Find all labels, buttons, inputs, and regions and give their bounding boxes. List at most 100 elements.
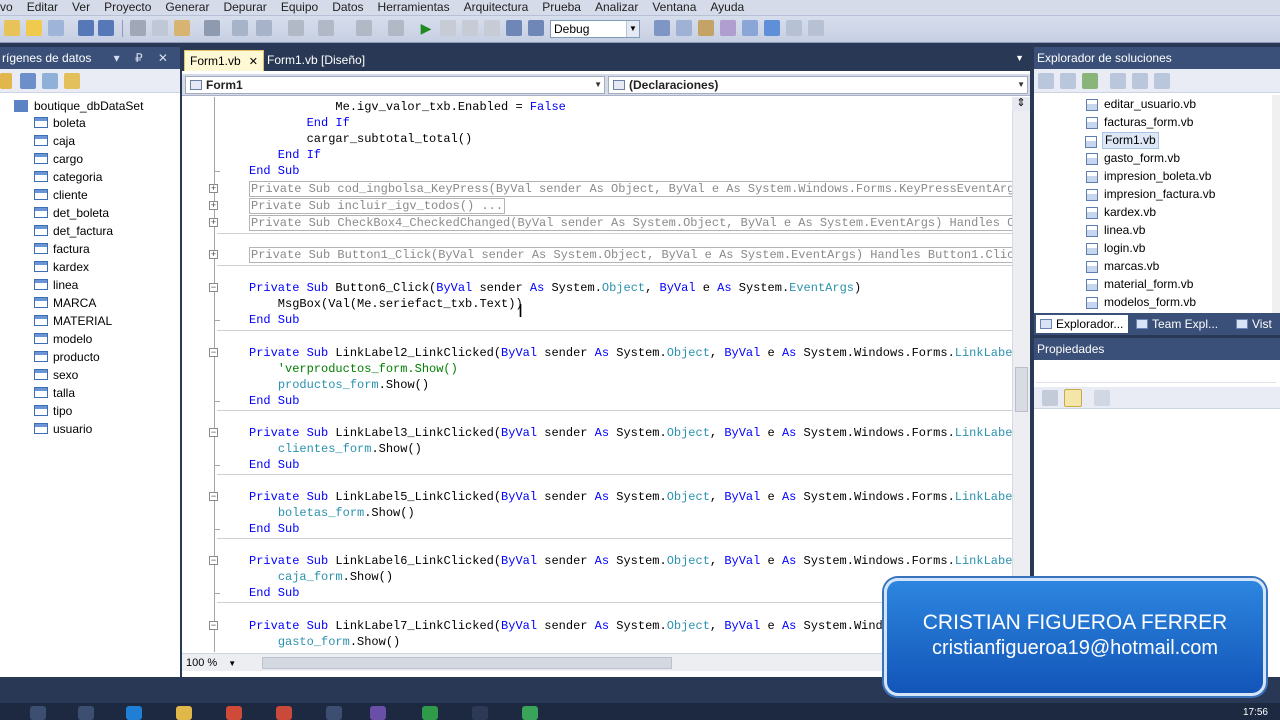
solution-file-item[interactable]: linea.vb (1086, 222, 1145, 239)
menu-archivo[interactable]: vo (0, 0, 20, 16)
vertical-scrollbar[interactable] (1012, 97, 1030, 652)
class-name-combo[interactable]: Form1 ▼ (185, 76, 605, 94)
object-browser-icon[interactable] (720, 20, 736, 36)
categorized-icon[interactable] (1042, 390, 1058, 406)
pause-icon[interactable] (440, 20, 456, 36)
dataset-root[interactable]: boutique_dbDataSet (14, 98, 143, 114)
search-icon[interactable] (30, 706, 46, 720)
add-data-source-icon[interactable] (0, 73, 12, 89)
table-item[interactable]: cargo (34, 151, 83, 167)
task-view-icon[interactable] (78, 706, 94, 720)
uncomment-icon[interactable] (256, 20, 272, 36)
table-item[interactable]: categoria (34, 169, 102, 185)
panel-window-controls[interactable]: ▾ ₽ ✕ (114, 47, 174, 69)
app-icon[interactable] (422, 706, 438, 720)
property-pages-icon[interactable] (1094, 390, 1110, 406)
properties-icon[interactable] (698, 20, 714, 36)
menu-arquitectura[interactable]: Arquitectura (457, 0, 536, 16)
step-out-icon[interactable] (528, 20, 544, 36)
menu-generar[interactable]: Generar (158, 0, 216, 16)
menu-prueba[interactable]: Prueba (535, 0, 588, 16)
solution-file-item[interactable]: editar_usuario.vb (1086, 96, 1196, 113)
stop-icon[interactable] (462, 20, 478, 36)
view-code-icon[interactable] (1110, 73, 1126, 89)
edge-icon[interactable] (126, 706, 142, 720)
save-icon[interactable] (78, 20, 94, 36)
menu-ventana[interactable]: Ventana (645, 0, 703, 16)
show-all-files-icon[interactable] (1060, 73, 1076, 89)
expand-icon[interactable]: + (209, 218, 218, 227)
solution-explorer-icon[interactable] (676, 20, 692, 36)
edit-dataset-icon[interactable] (20, 73, 36, 89)
collapse-icon[interactable]: − (209, 428, 218, 437)
zoom-select[interactable]: 100 % ▼ (184, 656, 242, 670)
tab-class-view[interactable]: Vist (1232, 315, 1278, 333)
collapse-icon[interactable]: − (209, 621, 218, 630)
navigate-back-icon[interactable] (356, 20, 372, 36)
refresh-icon[interactable] (1082, 73, 1098, 89)
add-item-icon[interactable] (48, 20, 64, 36)
table-item[interactable]: sexo (34, 367, 78, 383)
table-item[interactable]: tipo (34, 403, 72, 419)
command-window-icon[interactable] (808, 20, 824, 36)
properties-icon[interactable] (1038, 73, 1054, 89)
expand-icon[interactable]: + (209, 184, 218, 193)
table-item[interactable]: usuario (34, 421, 92, 437)
scrollbar-thumb[interactable] (1015, 367, 1028, 412)
step-into-icon[interactable] (484, 20, 500, 36)
navigate-forward-icon[interactable] (388, 20, 404, 36)
menu-depurar[interactable]: Depurar (216, 0, 273, 16)
table-item[interactable]: MATERIAL (34, 313, 112, 329)
collapse-icon[interactable]: − (209, 348, 218, 357)
table-item[interactable]: producto (34, 349, 100, 365)
menu-datos[interactable]: Datos (325, 0, 370, 16)
visual-studio-icon[interactable] (370, 706, 386, 720)
collapsed-block[interactable]: Private Sub CheckBox4_CheckedChanged(ByV… (249, 215, 1012, 231)
table-item[interactable]: linea (34, 277, 78, 293)
extension-manager-icon[interactable] (786, 20, 802, 36)
table-item[interactable]: caja (34, 133, 75, 149)
tab-form1-code[interactable]: Form1.vb ✕ (184, 50, 264, 71)
step-over-icon[interactable] (506, 20, 522, 36)
scrollbar-thumb[interactable] (262, 657, 672, 669)
find-icon[interactable] (204, 20, 220, 36)
collapsed-code-line[interactable]: Private Sub incluir_igv_todos() ... (249, 198, 506, 214)
open-file-icon[interactable] (26, 20, 42, 36)
table-item[interactable]: cliente (34, 187, 88, 203)
table-item[interactable]: boleta (34, 115, 86, 131)
menu-herramientas[interactable]: Herramientas (371, 0, 457, 16)
alphabetical-icon[interactable] (1064, 389, 1082, 407)
collapsed-code-line[interactable]: Private Sub cod_ingbolsa_KeyPress(ByVal … (249, 181, 1012, 197)
find-in-files-icon[interactable] (654, 20, 670, 36)
collapsed-block[interactable]: Private Sub cod_ingbolsa_KeyPress(ByVal … (249, 181, 1012, 197)
open-folder-icon[interactable] (4, 20, 20, 36)
menu-ayuda[interactable]: Ayuda (703, 0, 751, 16)
copy-icon[interactable] (152, 20, 168, 36)
app-icon[interactable] (326, 706, 342, 720)
paste-icon[interactable] (174, 20, 190, 36)
comment-icon[interactable] (232, 20, 248, 36)
table-item[interactable]: factura (34, 241, 90, 257)
solution-file-item[interactable]: marcas.vb (1086, 258, 1159, 275)
refresh-icon[interactable] (64, 73, 80, 89)
solution-file-item[interactable]: impresion_factura.vb (1086, 186, 1215, 203)
table-item[interactable]: kardex (34, 259, 89, 275)
start-page-icon[interactable] (764, 20, 780, 36)
tab-form1-design[interactable]: Form1.vb [Diseño] (262, 50, 370, 71)
table-item[interactable]: det_boleta (34, 205, 109, 221)
solution-file-item[interactable]: kardex.vb (1086, 204, 1156, 221)
menu-editar[interactable]: Editar (20, 0, 65, 16)
method-name-combo[interactable]: (Declaraciones) ▼ (608, 76, 1028, 94)
tab-solution-explorer[interactable]: Explorador... (1036, 315, 1128, 333)
collapsed-code-line[interactable]: Private Sub CheckBox4_CheckedChanged(ByV… (249, 215, 1012, 231)
table-item[interactable]: talla (34, 385, 75, 401)
clock[interactable]: 17:56 (1243, 707, 1268, 718)
split-window-icon[interactable]: ⇕ (1012, 97, 1030, 111)
app-icon[interactable] (472, 706, 488, 720)
solution-file-item[interactable]: material_form.vb (1086, 276, 1193, 293)
close-icon[interactable]: ✕ (249, 56, 258, 68)
menu-equipo[interactable]: Equipo (274, 0, 325, 16)
solution-file-item-selected[interactable]: Form1.vb (1085, 132, 1159, 149)
code-area[interactable]: Me.igv_valor_txb.Enabled = False End If … (182, 97, 1012, 652)
configure-dataset-icon[interactable] (42, 73, 58, 89)
